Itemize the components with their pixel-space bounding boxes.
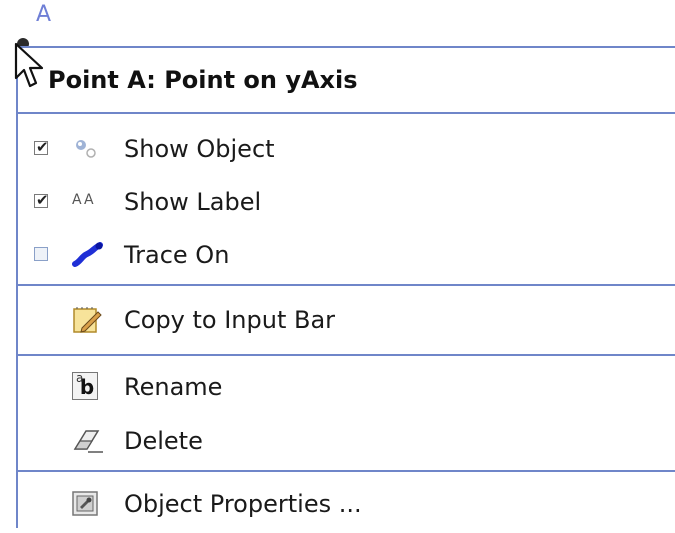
show-object-icon	[72, 137, 102, 167]
label-aa-icon: AA	[72, 191, 96, 208]
rename-icon: a b	[72, 371, 98, 400]
menu-item-object-properties[interactable]: Object Properties ...	[18, 475, 675, 533]
trace-on-label: Trace On	[124, 240, 230, 269]
properties-icon	[72, 491, 100, 523]
menu-item-show-object[interactable]: ✔ Show Object	[18, 122, 675, 175]
menu-separator	[18, 470, 675, 472]
trace-icon	[72, 241, 104, 274]
menu-separator	[18, 284, 675, 286]
object-properties-label: Object Properties ...	[124, 490, 362, 518]
menu-item-trace-on[interactable]: Trace On	[18, 228, 675, 281]
show-label-checkbox[interactable]: ✔	[34, 191, 49, 209]
mouse-cursor-icon	[14, 42, 44, 88]
rename-icon-sup: a	[76, 371, 84, 385]
show-object-label: Show Object	[124, 134, 275, 163]
menu-item-show-label[interactable]: ✔ AA Show Label	[18, 175, 675, 228]
menu-item-copy-to-input-bar[interactable]: Copy to Input Bar	[18, 289, 675, 351]
menu-separator	[18, 354, 675, 356]
copy-to-input-bar-label: Copy to Input Bar	[124, 306, 336, 334]
point-label[interactable]: A	[36, 2, 51, 27]
rename-label: Rename	[124, 373, 223, 401]
menu-item-delete[interactable]: Delete	[18, 415, 675, 467]
delete-label: Delete	[124, 427, 203, 455]
eraser-icon	[72, 427, 104, 461]
context-menu: Point A: Point on yAxis ✔ Show Object ✔ …	[16, 46, 675, 528]
show-label-label: Show Label	[124, 187, 262, 216]
menu-title: Point A: Point on yAxis	[18, 48, 675, 114]
notepad-pencil-icon	[72, 306, 102, 340]
menu-item-rename[interactable]: a b Rename	[18, 359, 675, 415]
trace-on-checkbox[interactable]	[34, 246, 48, 261]
show-object-checkbox[interactable]: ✔	[34, 138, 49, 156]
